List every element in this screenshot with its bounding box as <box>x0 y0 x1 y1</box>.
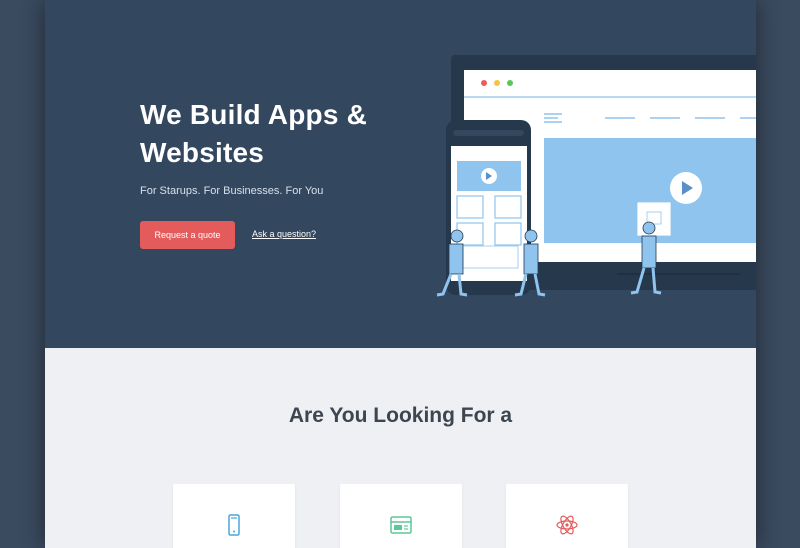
hero-illustration <box>436 55 756 297</box>
window-close-dot <box>481 80 487 86</box>
request-quote-button[interactable]: Request a quote <box>140 221 235 249</box>
hero-title: We Build Apps & Websites <box>140 99 367 168</box>
hero-tagline: For Starups. For Businesses. For You <box>140 185 324 197</box>
card-website[interactable] <box>340 484 462 548</box>
atom-icon <box>556 515 578 535</box>
card-mobile[interactable] <box>173 484 295 548</box>
window-minimize-dot <box>494 80 500 86</box>
services-section: Are You Looking For a <box>45 348 756 548</box>
ask-question-link[interactable]: Ask a question? <box>252 229 316 239</box>
card-other[interactable] <box>506 484 628 548</box>
hero-section: We Build Apps & Websites For Starups. Fo… <box>45 0 756 348</box>
mobile-phone-icon <box>228 514 240 536</box>
browser-window-icon <box>390 516 412 534</box>
page-frame: We Build Apps & Websites For Starups. Fo… <box>45 0 756 548</box>
window-maximize-dot <box>507 80 513 86</box>
services-title: Are You Looking For a <box>288 404 513 427</box>
